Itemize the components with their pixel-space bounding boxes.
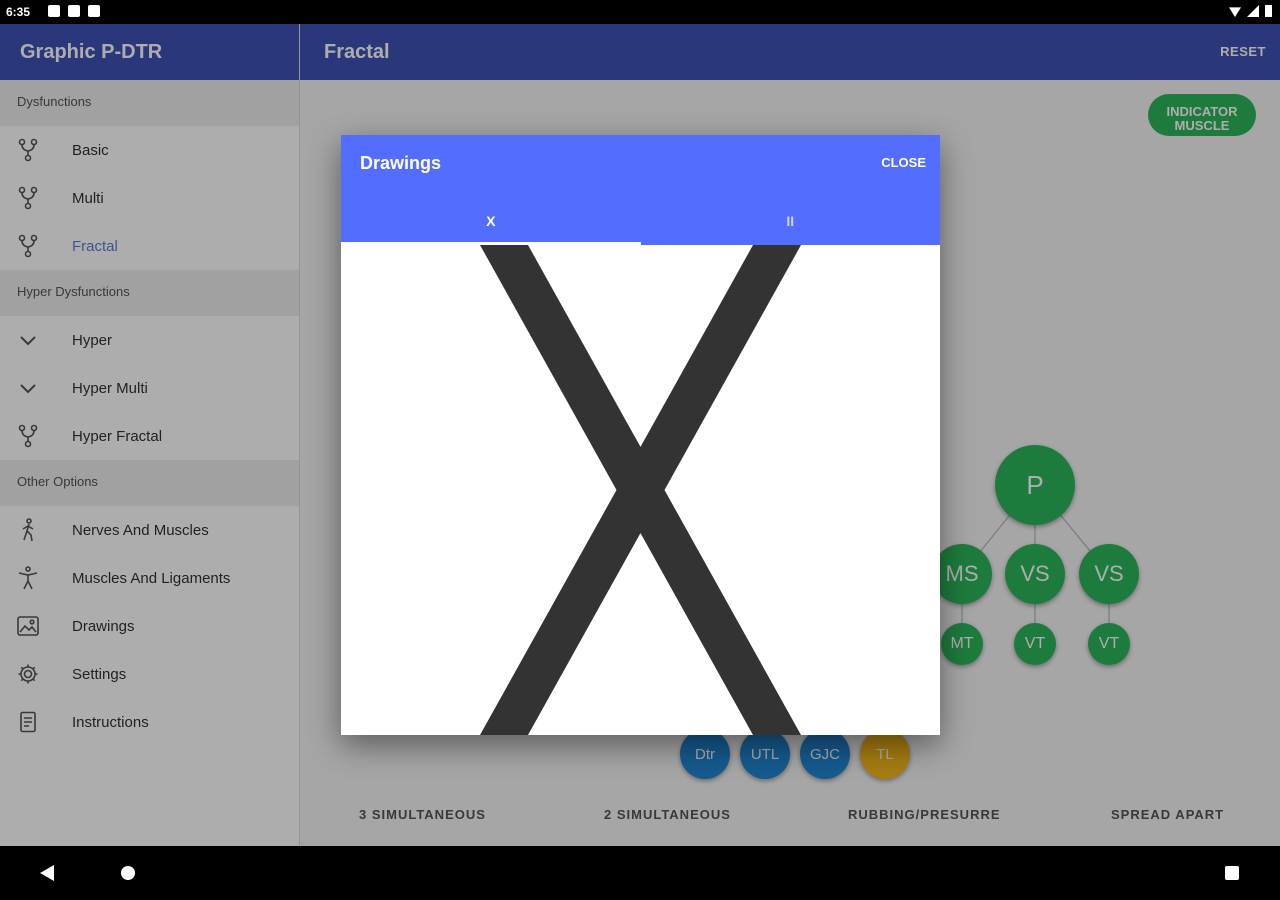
app-notification-icon — [68, 5, 80, 17]
status-time: 6:35 — [6, 5, 31, 19]
close-button[interactable]: CLOSE — [881, 155, 926, 170]
back-icon[interactable] — [40, 865, 54, 881]
dialog-header: Drawings CLOSE X II — [341, 135, 940, 245]
wifi-icon — [1229, 7, 1241, 17]
tab-x[interactable]: X — [341, 197, 641, 245]
dialog-title: Drawings — [360, 153, 442, 173]
signal-icon — [1247, 5, 1259, 17]
home-icon[interactable] — [121, 866, 135, 880]
recent-apps-icon[interactable] — [1225, 866, 1239, 880]
storage-icon — [88, 5, 100, 17]
drawing-canvas — [341, 245, 940, 735]
dialog-tabs: X II — [341, 197, 940, 245]
drawings-dialog: Drawings CLOSE X II — [341, 135, 940, 735]
battery-icon — [1265, 5, 1272, 17]
x-drawing — [480, 245, 801, 735]
notification-icon — [48, 5, 60, 17]
status-bar: 6:35 — [0, 0, 1280, 24]
tab-ii[interactable]: II — [641, 197, 941, 245]
navigation-bar — [0, 846, 1280, 900]
